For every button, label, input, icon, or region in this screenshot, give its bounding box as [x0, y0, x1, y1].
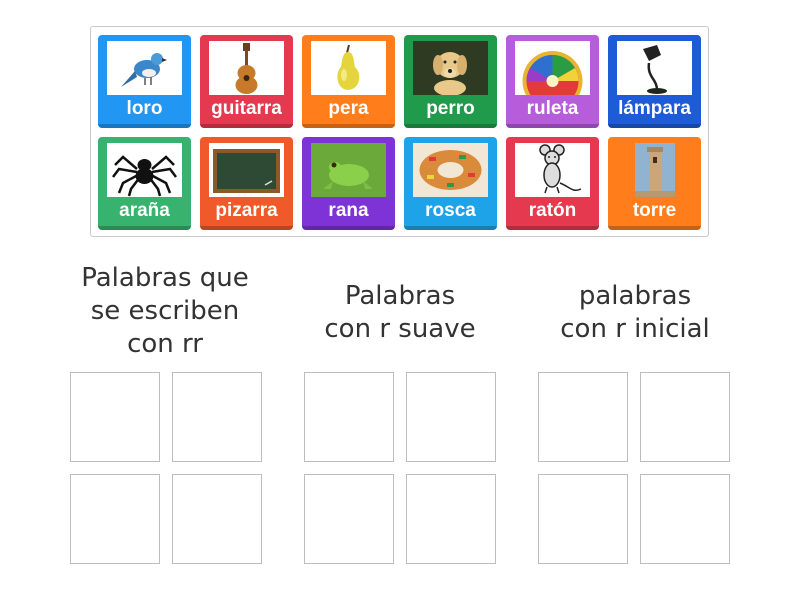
drop-slot[interactable] — [70, 474, 160, 564]
tile-raton[interactable]: ratón — [506, 137, 599, 230]
guitar-icon — [209, 41, 284, 95]
mouse-icon — [515, 143, 590, 197]
tower-icon — [635, 143, 675, 197]
drop-slot[interactable] — [640, 474, 730, 564]
tile-torre[interactable]: torre — [608, 137, 701, 230]
group-heading-r-inicial: palabras con r inicial — [560, 281, 710, 344]
tile-pera[interactable]: pera — [302, 35, 395, 128]
group-heading-r-suave: Palabras con r suave — [324, 281, 476, 344]
tile-rana[interactable]: rana — [302, 137, 395, 230]
frog-icon — [311, 143, 386, 197]
tile-label: pizarra — [215, 200, 278, 221]
tile-label: araña — [119, 200, 170, 221]
drop-slot[interactable] — [172, 372, 262, 462]
tile-guitarra[interactable]: guitarra — [200, 35, 293, 128]
tile-rosca[interactable]: rosca — [404, 137, 497, 230]
roulette-wheel-icon — [515, 41, 590, 95]
tile-label: ruleta — [526, 98, 579, 119]
tile-label: torre — [632, 200, 677, 221]
drop-slot[interactable] — [640, 372, 730, 462]
drop-slot[interactable] — [538, 474, 628, 564]
rosca-cake-icon — [413, 143, 488, 197]
drop-slot[interactable] — [406, 372, 496, 462]
lamp-icon — [617, 41, 692, 95]
drop-slot[interactable] — [70, 372, 160, 462]
chalkboard-icon — [209, 143, 284, 197]
pear-icon — [311, 41, 386, 95]
tile-arana[interactable]: araña — [98, 137, 191, 230]
tile-label: ratón — [528, 200, 577, 221]
tile-label: lámpara — [618, 98, 691, 119]
tile-label: loro — [126, 98, 163, 119]
tile-pizarra[interactable]: pizarra — [200, 137, 293, 230]
tile-label: rana — [328, 200, 369, 221]
group-heading-rr: Palabras que se escriben con rr — [81, 263, 249, 359]
dog-icon — [413, 41, 488, 95]
tile-ruleta[interactable]: ruleta — [506, 35, 599, 128]
spider-icon — [107, 143, 182, 197]
drop-slot[interactable] — [304, 474, 394, 564]
tile-label: guitarra — [211, 98, 282, 119]
tile-label: perro — [426, 98, 475, 119]
tile-loro[interactable]: loro — [98, 35, 191, 128]
tile-label: pera — [328, 98, 369, 119]
drop-slot[interactable] — [304, 372, 394, 462]
drop-slot[interactable] — [172, 474, 262, 564]
drop-slot[interactable] — [406, 474, 496, 564]
tile-lampara[interactable]: lámpara — [608, 35, 701, 128]
drop-slot[interactable] — [538, 372, 628, 462]
tile-perro[interactable]: perro — [404, 35, 497, 128]
tile-label: rosca — [425, 200, 476, 221]
parrot-icon — [107, 41, 182, 95]
